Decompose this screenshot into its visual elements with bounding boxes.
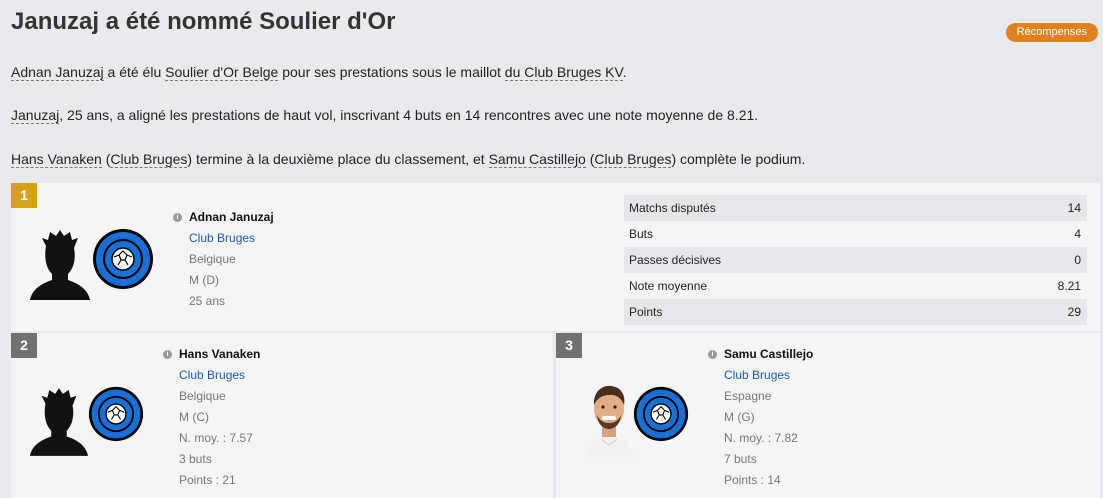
stat-label: Note moyenne <box>629 279 708 293</box>
club-badge-icon <box>88 386 144 442</box>
player-nation: Belgique <box>179 389 226 403</box>
text: ) termine à la deuxième place du classem… <box>187 151 489 167</box>
club-link[interactable]: du Club Bruges KV <box>504 64 623 81</box>
player-photo-icon <box>585 385 633 457</box>
text: pour ses prestations sous le maillot <box>278 64 505 80</box>
player-link-castillejo[interactable]: Samu Castillejo <box>488 151 586 168</box>
stat-row: Note moyenne 8.21 <box>624 273 1087 299</box>
stat-value: 29 <box>1067 305 1081 319</box>
stat-value: 4 <box>1074 227 1081 241</box>
player-name[interactable]: Hans Vanaken <box>179 347 260 361</box>
player-rating: N. moy. : 7.57 <box>179 431 253 445</box>
club-link[interactable]: Club Bruges <box>594 151 672 168</box>
text: a été élu <box>103 64 166 80</box>
rank-badge: 1 <box>11 183 37 208</box>
page-title: Januzaj a été nommé Soulier d'Or <box>11 8 396 35</box>
text: . <box>622 64 627 80</box>
player-nation: Belgique <box>189 252 236 266</box>
info-icon[interactable]: i <box>708 350 717 359</box>
player-silhouette-icon <box>30 230 90 300</box>
player-club[interactable]: Club Bruges <box>724 368 790 382</box>
rank-badge: 2 <box>11 333 37 358</box>
stat-row: Matchs disputés 14 <box>624 195 1087 221</box>
player-goals: 7 buts <box>724 452 757 466</box>
player-goals: 3 buts <box>179 452 212 466</box>
player-points: Points : 14 <box>724 473 781 487</box>
player-club[interactable]: Club Bruges <box>189 231 255 245</box>
player-club[interactable]: Club Bruges <box>179 368 245 382</box>
info-icon[interactable]: i <box>173 213 182 222</box>
stat-label: Points <box>629 305 663 319</box>
player-rating: N. moy. : 7.82 <box>724 431 798 445</box>
player-position: M (C) <box>179 410 209 424</box>
stat-value: 0 <box>1074 253 1081 267</box>
club-badge-icon <box>633 386 689 442</box>
news-paragraph-2: Januzaj, 25 ans, a aligné les prestation… <box>11 107 759 124</box>
player-link-januzaj[interactable]: Adnan Januzaj <box>11 64 104 81</box>
news-paragraph-1: Adnan Januzaj a été élu Soulier d'Or Bel… <box>11 64 627 81</box>
player-points: Points : 21 <box>179 473 236 487</box>
player-silhouette-icon <box>29 388 89 456</box>
rewards-button[interactable]: Récompenses <box>1005 23 1098 42</box>
stat-label: Passes décisives <box>629 253 722 267</box>
stat-value: 14 <box>1067 201 1081 215</box>
text: ) complète le podium. <box>671 151 806 167</box>
award-link[interactable]: Soulier d'Or Belge <box>165 64 279 81</box>
stat-label: Matchs disputés <box>629 201 716 215</box>
player-name[interactable]: Samu Castillejo <box>724 347 813 361</box>
stat-value: 8.21 <box>1057 279 1081 293</box>
news-paragraph-3: Hans Vanaken (Club Bruges) termine à la … <box>11 151 806 168</box>
stats-table: Matchs disputés 14 Buts 4 Passes décisiv… <box>624 195 1087 325</box>
club-link[interactable]: Club Bruges <box>110 151 188 168</box>
text: , 25 ans, a aligné les prestations de ha… <box>59 107 759 123</box>
player-nation: Espagne <box>724 389 772 403</box>
info-icon[interactable]: i <box>163 350 172 359</box>
player-position: M (D) <box>189 273 219 287</box>
stat-row: Buts 4 <box>624 221 1087 247</box>
player-name[interactable]: Adnan Januzaj <box>189 210 274 224</box>
player-link-januzaj[interactable]: Januzaj <box>11 107 60 124</box>
stat-label: Buts <box>629 227 654 241</box>
club-badge-icon <box>93 229 153 289</box>
player-link-vanaken[interactable]: Hans Vanaken <box>11 151 102 168</box>
stat-row: Points 29 <box>624 299 1087 325</box>
player-age: 25 ans <box>189 294 226 308</box>
rank-badge: 3 <box>556 333 582 358</box>
stat-row: Passes décisives 0 <box>624 247 1087 273</box>
player-position: M (G) <box>724 410 755 424</box>
